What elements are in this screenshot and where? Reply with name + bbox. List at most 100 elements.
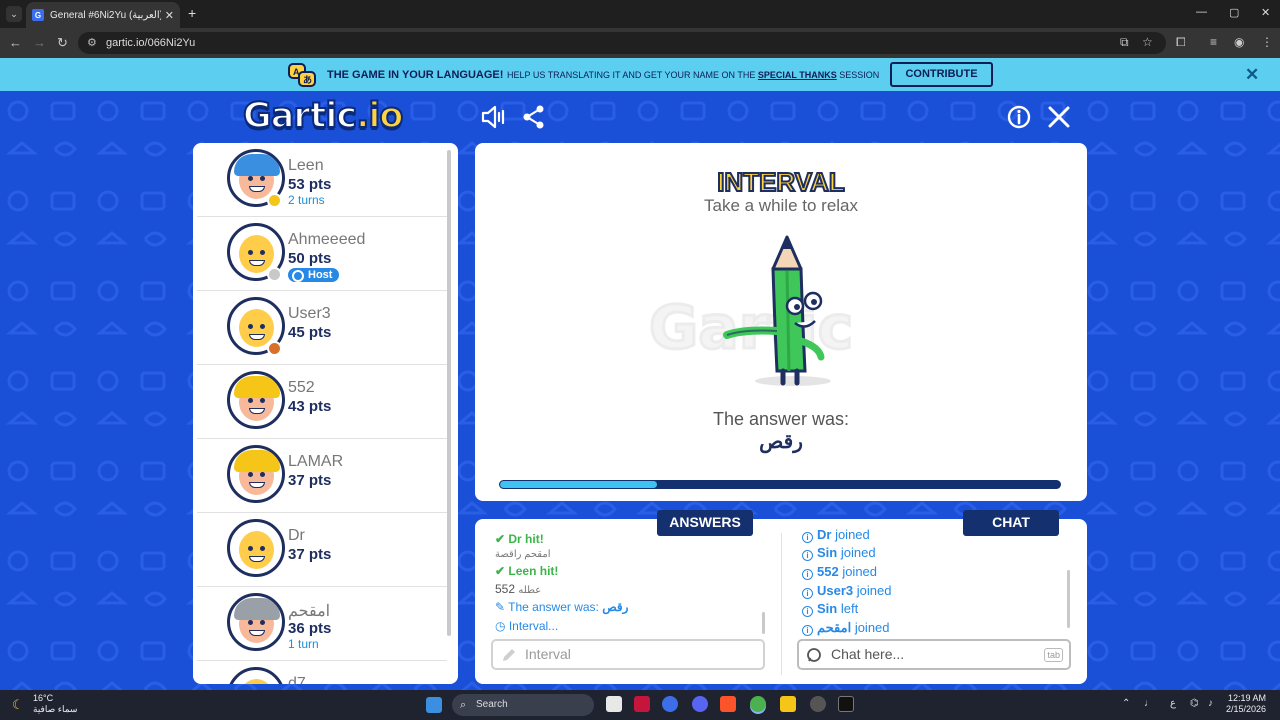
player-status-dot xyxy=(267,341,282,356)
file-explorer-icon[interactable] xyxy=(780,696,796,712)
player-avatar xyxy=(227,667,285,684)
interval-subtitle: Take a while to relax xyxy=(703,196,859,215)
brave-icon[interactable] xyxy=(720,696,736,712)
search-icon: ⌕ xyxy=(460,699,467,711)
player-name: d7 xyxy=(288,675,306,684)
tab-search-icon[interactable]: ⌄ xyxy=(6,6,22,22)
answer-label: The answer was: xyxy=(712,409,850,429)
forward-icon[interactable]: → xyxy=(33,35,46,50)
chat-system-message: i Sin left xyxy=(802,601,858,617)
chat-bubble-icon xyxy=(807,648,821,662)
close-banner-icon[interactable]: ✕ xyxy=(1245,65,1259,85)
new-tab-icon[interactable]: + xyxy=(188,5,196,21)
chat-system-message: i Dr joined xyxy=(802,527,870,543)
info-icon: i xyxy=(802,550,813,561)
network-icon[interactable]: ⌬ xyxy=(1190,698,1199,709)
app-m-icon[interactable] xyxy=(838,696,854,712)
answer-input[interactable]: Interval xyxy=(491,639,765,670)
special-thanks-link[interactable]: SPECIAL THANKS xyxy=(758,70,837,80)
info-icon: i xyxy=(802,606,813,617)
chat-system-message: i User3 joined xyxy=(802,583,891,599)
start-windows-icon[interactable] xyxy=(426,697,442,713)
player-points: 43 pts xyxy=(288,398,332,415)
player-points: 50 pts xyxy=(288,250,332,267)
url-text: gartic.io/066Ni2Yu xyxy=(106,37,196,49)
obs-icon[interactable] xyxy=(810,696,826,712)
volume-icon[interactable]: ♪ xyxy=(1208,698,1213,709)
chat-system-message: i Sin joined xyxy=(802,545,876,561)
share-icon[interactable] xyxy=(520,103,548,131)
player-row[interactable]: Dr 37 pts xyxy=(197,513,447,587)
player-name: Leen xyxy=(288,157,324,174)
app-a-icon[interactable] xyxy=(634,696,650,712)
discord-icon[interactable] xyxy=(692,696,708,712)
media-icon[interactable]: ≡ xyxy=(1210,35,1217,49)
taskbar-search[interactable]: ⌕ Search xyxy=(452,694,594,716)
answer-guess-message: امقحم راقصة xyxy=(495,549,551,560)
close-window-icon[interactable]: ✕ xyxy=(1261,6,1270,19)
pencil-icon: ✎ xyxy=(495,600,509,614)
info-icon[interactable] xyxy=(1005,103,1033,131)
close-tab-icon[interactable]: ✕ xyxy=(165,9,174,22)
interval-message: ◷ Interval... xyxy=(495,619,559,633)
minimize-icon[interactable]: — xyxy=(1196,6,1207,18)
back-icon[interactable]: ← xyxy=(9,35,22,50)
players-scrollbar[interactable] xyxy=(447,150,451,636)
answer-reveal-message: ✎ The answer was: رقص xyxy=(495,600,629,614)
gartic-favicon-icon: G xyxy=(32,9,44,21)
player-row[interactable]: امقحم 36 pts 1 turn xyxy=(197,587,447,661)
player-row[interactable]: User3 45 pts xyxy=(197,291,447,365)
banner-text: HELP US TRANSLATING IT AND GET YOUR NAME… xyxy=(507,70,880,80)
player-points: 36 pts xyxy=(288,620,332,637)
answers-tab[interactable]: ANSWERS xyxy=(657,510,753,536)
app-gear-icon[interactable] xyxy=(662,696,678,712)
svg-text:A: A xyxy=(293,67,300,77)
sound-icon[interactable] xyxy=(480,103,508,131)
tray-chevron-icon[interactable]: ⌃ xyxy=(1122,698,1130,709)
answers-scrollbar[interactable] xyxy=(762,612,765,634)
maximize-icon[interactable]: ▢ xyxy=(1229,6,1239,19)
info-icon: i xyxy=(802,532,813,543)
site-info-icon[interactable]: ⚙ xyxy=(87,32,97,54)
microphone-icon[interactable]: ♩ xyxy=(1144,698,1154,709)
player-points: 45 pts xyxy=(288,324,332,341)
menu-kebab-icon[interactable]: ⋮ xyxy=(1261,35,1273,49)
player-name: 552 xyxy=(288,379,315,396)
check-icon: ✔ xyxy=(495,564,509,578)
player-row[interactable]: Ahmeeeed 50 pts Host xyxy=(197,217,447,291)
drawing-area: INTERVAL Take a while to relax Gartic Th… xyxy=(475,143,1087,501)
chat-tab[interactable]: CHAT xyxy=(963,510,1059,536)
input-language[interactable]: ع xyxy=(1170,698,1176,709)
install-app-icon[interactable]: ⧉ xyxy=(1120,35,1129,50)
player-name: Dr xyxy=(288,527,305,544)
player-points: 37 pts xyxy=(288,546,332,563)
close-game-icon[interactable] xyxy=(1045,103,1073,131)
interval-title: INTERVAL xyxy=(716,166,846,198)
player-avatar xyxy=(227,445,285,503)
bookmark-star-icon[interactable]: ☆ xyxy=(1142,35,1153,49)
browser-tab-bar: ⌄ G General #6Ni2Yu (العربية) - Gar ✕ + … xyxy=(0,0,1280,28)
profile-icon[interactable]: ◉ xyxy=(1234,35,1244,49)
translation-banner: A あ THE GAME IN YOUR LANGUAGE! HELP US T… xyxy=(0,58,1280,91)
info-icon: i xyxy=(802,569,813,580)
info-icon: i xyxy=(802,625,813,636)
extensions-icon[interactable]: ⧠ xyxy=(1176,35,1186,50)
browser-tab[interactable]: G General #6Ni2Yu (العربية) - Gar ✕ xyxy=(26,2,180,28)
player-row[interactable]: Leen 53 pts 2 turns xyxy=(197,143,447,217)
player-row[interactable]: 552 43 pts xyxy=(197,365,447,439)
players-list[interactable]: Leen 53 pts 2 turns Ahmeeeed 50 pts Host User3… xyxy=(193,143,458,684)
contribute-button[interactable]: CONTRIBUTE xyxy=(890,62,993,87)
task-view-icon[interactable] xyxy=(606,696,622,712)
player-row[interactable]: d7 xyxy=(197,661,447,684)
reload-icon[interactable]: ↻ xyxy=(57,35,68,51)
tab-key-hint: tab xyxy=(1044,648,1063,662)
url-field[interactable]: ⚙ gartic.io/066Ni2Yu xyxy=(78,32,1166,54)
chrome-icon[interactable] xyxy=(750,696,766,712)
chat-scrollbar[interactable] xyxy=(1067,570,1070,628)
player-row[interactable]: LAMAR 37 pts xyxy=(197,439,447,513)
weather-widget[interactable]: 16°C سماء صافية xyxy=(33,693,77,715)
taskbar-clock[interactable]: 12:19 AM 2/15/2026 xyxy=(1226,693,1266,715)
gartic-logo: Gartic.io xyxy=(242,95,404,137)
answer-hit-message: ✔ Leen hit! xyxy=(495,564,559,578)
chat-input[interactable]: Chat here... tab xyxy=(797,639,1071,670)
